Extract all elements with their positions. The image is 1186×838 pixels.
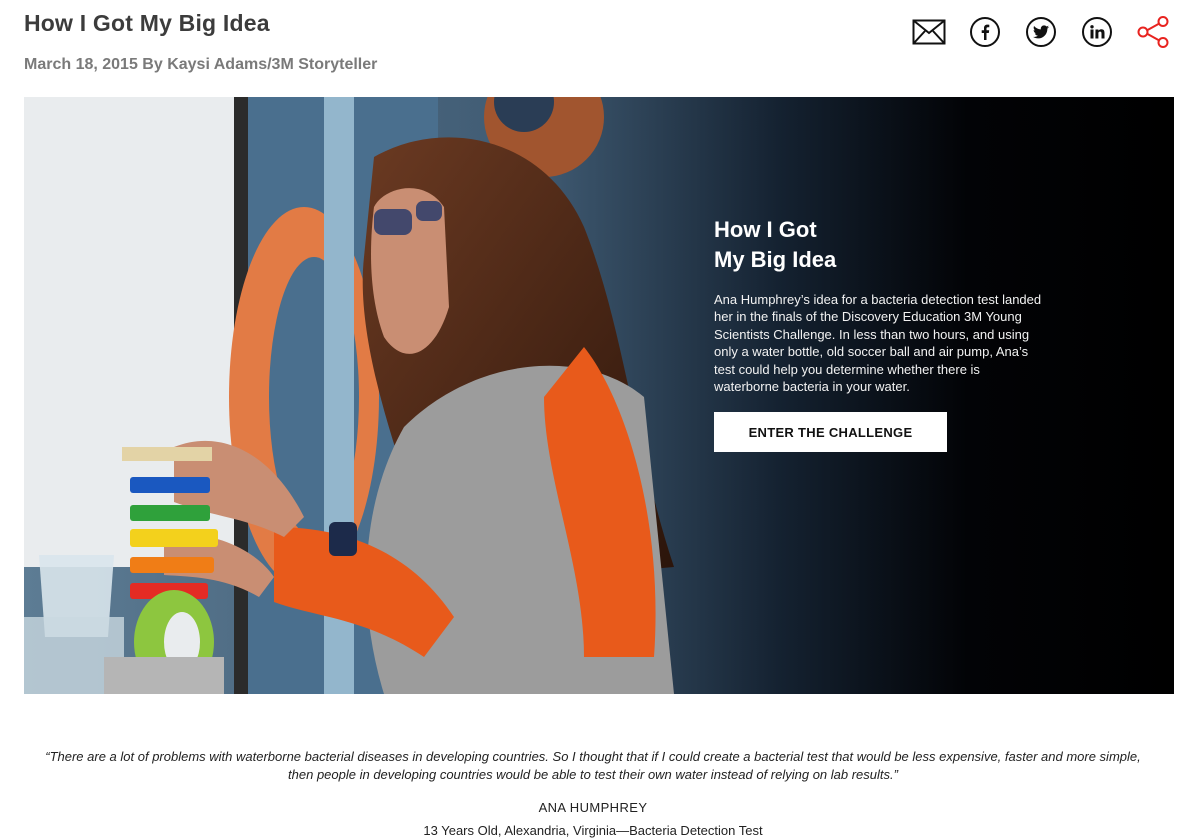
share-bar [912, 15, 1170, 49]
hero-heading: How I Got My Big Idea [714, 215, 1044, 275]
quote-attribution-name: ANA HUMPHREY [538, 800, 648, 815]
hero-description: Ana Humphrey’s idea for a bacteria detec… [714, 292, 1042, 395]
hero-text-panel: How I Got My Big Idea Ana Humphrey’s ide… [714, 215, 1044, 453]
twitter-share-button[interactable] [1024, 15, 1058, 49]
share-button[interactable] [1136, 15, 1170, 49]
share-icon [1137, 16, 1169, 48]
facebook-icon [970, 17, 1000, 47]
hero-heading-line: How I Got [714, 217, 817, 242]
article-meta: March 18, 2015 By Kaysi Adams/3M Storyte… [24, 56, 378, 73]
quote-attribution-detail: 13 Years Old, Alexandria, Virginia—Bacte… [423, 823, 763, 838]
linkedin-share-button[interactable] [1080, 15, 1114, 49]
email-share-button[interactable] [912, 15, 946, 49]
facebook-share-button[interactable] [968, 15, 1002, 49]
twitter-icon [1026, 17, 1056, 47]
hero-banner: How I Got My Big Idea Ana Humphrey’s ide… [24, 97, 1174, 694]
article-title: How I Got My Big Idea [24, 10, 270, 36]
linkedin-icon [1082, 17, 1112, 47]
enter-challenge-button[interactable]: ENTER THE CHALLENGE [714, 412, 947, 453]
pull-quote: “There are a lot of problems with waterb… [45, 749, 1141, 782]
mail-icon [912, 19, 946, 45]
hero-heading-line: My Big Idea [714, 247, 837, 272]
